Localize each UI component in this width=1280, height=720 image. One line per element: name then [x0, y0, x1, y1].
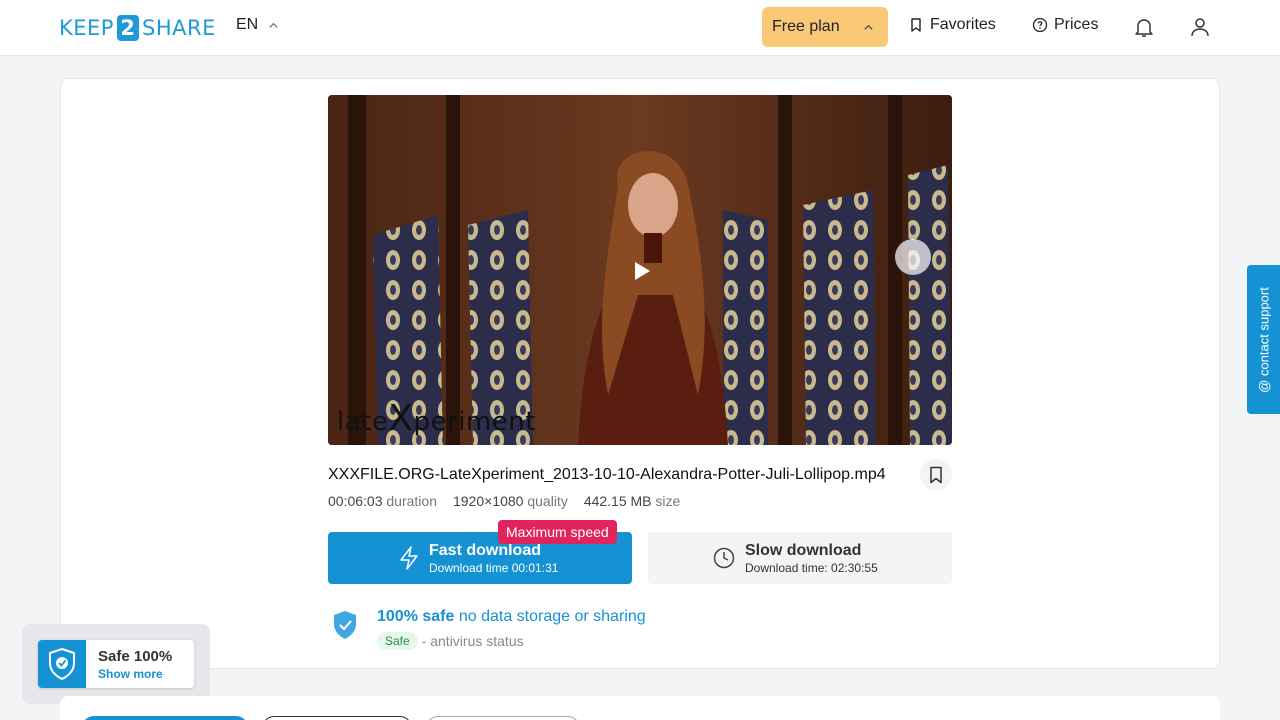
lightning-icon — [400, 546, 418, 570]
quality-info: 1920×1080 quality — [452, 493, 568, 509]
safe-widget[interactable]: Safe 100% Show more — [38, 640, 194, 688]
file-name: XXXFILE.ORG-LateXperiment_2013-10-10-Ale… — [328, 466, 886, 483]
file-meta: 00:06:03 duration 1920×1080 quality 442.… — [328, 493, 680, 509]
logo-number: 2 — [116, 15, 139, 41]
safe-widget-icon-box — [38, 640, 86, 688]
contact-support-label: @ contact support — [1256, 286, 1271, 393]
bell-icon[interactable] — [1132, 15, 1156, 39]
safety-headline: 100% safe no data storage or sharing — [377, 608, 646, 625]
slow-download-title: Slow download — [745, 542, 862, 559]
size-info: 442.15 MB size — [583, 493, 681, 509]
prices-link[interactable]: Prices — [1032, 16, 1098, 34]
contact-support-tab[interactable]: @ contact support — [1247, 265, 1280, 414]
bookmark-icon — [911, 18, 921, 32]
shield-check-icon — [334, 611, 356, 639]
fast-download-title: Fast download — [429, 542, 541, 559]
video-watermark: lateXperiment — [337, 398, 536, 439]
question-circle-icon — [1032, 17, 1048, 33]
add-favorite-button[interactable] — [920, 459, 952, 491]
bottom-tab-active[interactable] — [82, 716, 248, 720]
chevron-up-icon — [864, 24, 873, 30]
logo-suffix: SHARE — [141, 16, 216, 40]
duration-info: 00:06:03 duration — [328, 493, 437, 509]
bottom-tab[interactable] — [426, 716, 580, 720]
safe-widget-title: Safe 100% — [98, 648, 173, 665]
favorites-link[interactable]: Favorites — [908, 16, 996, 34]
free-plan-button[interactable]: Free plan — [762, 7, 888, 47]
max-speed-badge: Maximum speed — [498, 520, 617, 544]
language-selector[interactable]: EN — [236, 16, 279, 34]
bottom-tab[interactable] — [262, 716, 412, 720]
favorites-label: Favorites — [930, 16, 996, 33]
antivirus-status: Safe - antivirus status — [377, 632, 524, 650]
show-more-link[interactable]: Show more — [98, 667, 163, 681]
logo-prefix: KEEP — [59, 16, 114, 40]
language-label: EN — [236, 16, 259, 33]
top-header: KEEP 2 SHARE EN Free plan Favorites Pric… — [0, 0, 1280, 56]
user-icon[interactable] — [1188, 15, 1212, 39]
chevron-up-icon — [269, 22, 278, 28]
fast-download-time: Download time 00:01:31 — [429, 561, 559, 575]
safe-status-badge: Safe — [377, 632, 418, 650]
clock-icon — [713, 547, 735, 569]
shield-check-icon — [49, 647, 75, 681]
antivirus-status-text: - antivirus status — [421, 633, 524, 649]
plan-label: Free plan — [772, 18, 840, 35]
slow-download-time: Download time: 02:30:55 — [745, 561, 878, 575]
play-icon[interactable] — [632, 261, 652, 281]
bookmark-icon — [930, 466, 942, 484]
slow-download-button[interactable]: Slow download Download time: 02:30:55 — [648, 532, 952, 584]
prices-label: Prices — [1054, 16, 1099, 33]
keep2share-logo[interactable]: KEEP 2 SHARE — [59, 14, 216, 42]
